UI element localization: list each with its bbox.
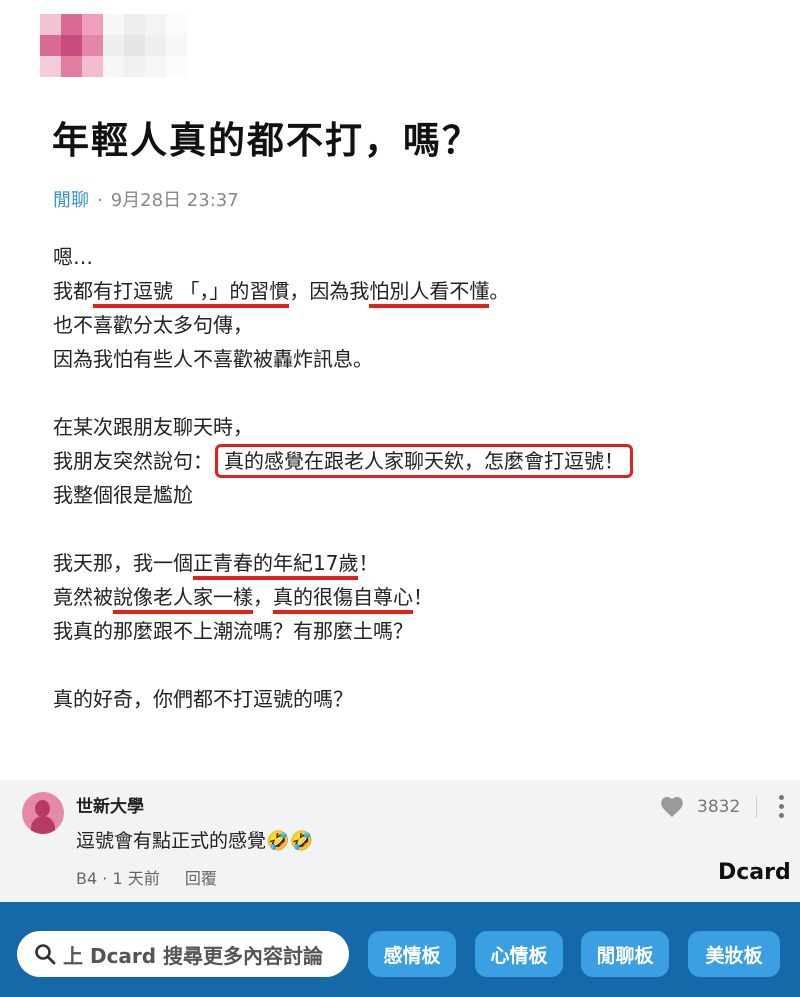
underlined-text: 怕別人看不懂 [369, 279, 490, 308]
body-line: 竟然被說像老人家一樣，真的很傷自尊心！ [53, 580, 773, 614]
underlined-text: 有打逗號 「，」的習慣 [93, 279, 290, 308]
post-date: 9月28日 23:37 [110, 190, 239, 211]
post-title: 年輕人真的都不打，嗎？ [52, 119, 481, 162]
like-count: 3832 [697, 797, 741, 817]
text: 嗯… [53, 245, 93, 269]
body-line: 嗯… [53, 240, 773, 274]
body-line: 我整個很是尷尬 [53, 478, 773, 512]
text: 我都 [53, 279, 93, 303]
body-line: 也不喜歡分太多句傳， [53, 308, 773, 342]
more-vertical-icon[interactable] [779, 795, 785, 822]
text: 真的好奇，你們都不打逗號的嗎？ [53, 687, 353, 711]
search-input[interactable]: 上 Dcard 搜尋更多內容討論 [17, 931, 349, 977]
underlined-text: 說像老人家一樣 [113, 585, 253, 614]
divider [756, 796, 757, 818]
text: 我朋友突然說句： [53, 449, 213, 473]
body-line: 我都有打逗號 「，」的習慣，因為我怕別人看不懂。 [53, 274, 773, 308]
text: 我天那，我一個 [53, 551, 193, 575]
text: ，因為我 [289, 279, 370, 303]
comment-text: 逗號會有點正式的感覺🤣🤣 [76, 830, 314, 852]
text: ， [253, 585, 273, 609]
tag-button[interactable]: 閒聊板 [581, 931, 669, 977]
post-body: 嗯… 我都有打逗號 「，」的習慣，因為我怕別人看不懂。 也不喜歡分太多句傳， 因… [53, 240, 773, 716]
tag-button[interactable]: 感情板 [368, 931, 456, 977]
underlined-text: 真的很傷自尊心 [273, 585, 413, 614]
search-placeholder: 上 Dcard 搜尋更多內容討論 [63, 943, 324, 968]
commenter-school: 世新大學 [76, 797, 144, 817]
comment-card: 世新大學 逗號會有點正式的感覺🤣🤣 B4 · 1 天前 回覆 3832 Dcar… [0, 780, 800, 902]
text: 我整個很是尷尬 [53, 483, 193, 507]
body-line: 我真的那麼跟不上潮流嗎？有那麼土嗎？ [53, 614, 773, 648]
board-link[interactable]: 閒聊 [53, 190, 89, 211]
meta-separator: · [97, 190, 103, 211]
tag-button[interactable]: 心情板 [475, 931, 563, 977]
body-line: 我天那，我一個正青春的年紀17歲！ [53, 546, 773, 580]
blurred-avatar [40, 14, 187, 77]
text: ！ [358, 551, 379, 575]
commenter-avatar[interactable] [22, 792, 64, 834]
text: ！ [413, 585, 433, 609]
heart-icon[interactable] [659, 794, 685, 820]
search-icon [35, 944, 56, 965]
text: 在某次跟朋友聊天時， [53, 415, 253, 439]
text: 也不喜歡分太多句傳， [53, 313, 253, 337]
comment-time: 1 天前 [112, 869, 160, 888]
underlined-text: 正青春的年紀17歲 [193, 551, 359, 580]
dcard-logo: Dcard [718, 860, 791, 885]
comment-meta: B4 · 1 天前 回覆 [76, 865, 217, 889]
body-line: 真的好奇，你們都不打逗號的嗎？ [53, 682, 773, 716]
comment-floor: B4 [76, 869, 98, 888]
body-line: 我朋友突然說句： 真的感覺在跟老人家聊天欸，怎麼會打逗號！ [53, 444, 773, 478]
body-line: 在某次跟朋友聊天時， [53, 410, 773, 444]
body-line: 因為我怕有些人不喜歡被轟炸訊息。 [53, 342, 773, 376]
tag-button[interactable]: 美妝板 [688, 931, 780, 977]
boxed-quote: 真的感覺在跟老人家聊天欸，怎麼會打逗號！ [215, 444, 633, 478]
post-meta: 閒聊 · 9月28日 23:37 [53, 186, 239, 212]
text: 因為我怕有些人不喜歡被轟炸訊息。 [53, 347, 373, 371]
text: 我真的那麼跟不上潮流嗎？有那麼土嗎？ [53, 619, 413, 643]
text: 。 [489, 279, 510, 303]
bottom-search-bar: 上 Dcard 搜尋更多內容討論 感情板 心情板 閒聊板 美妝板 [0, 902, 800, 997]
text: 竟然被 [53, 585, 113, 609]
meta-separator: · [102, 869, 108, 888]
reply-button[interactable]: 回覆 [185, 869, 217, 888]
